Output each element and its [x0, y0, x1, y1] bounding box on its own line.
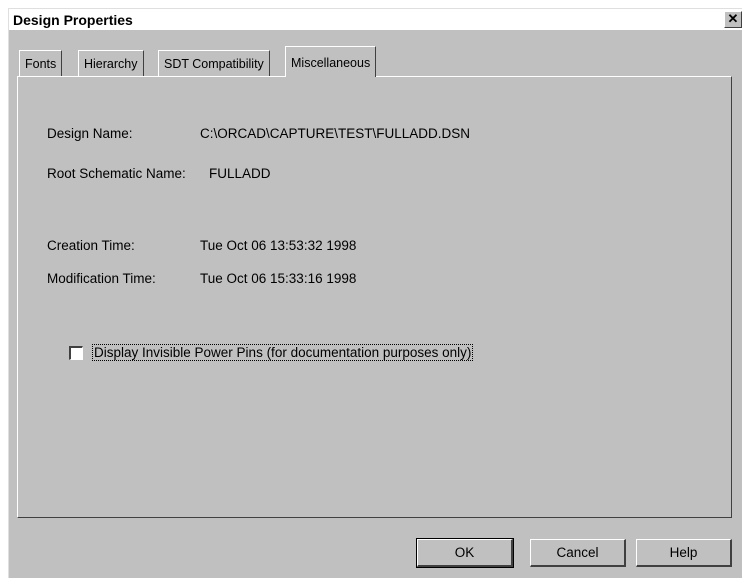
- cancel-button-label: Cancel: [556, 545, 599, 560]
- ok-button-label: OK: [454, 545, 475, 560]
- tab-fonts[interactable]: Fonts: [19, 50, 63, 76]
- title-bar[interactable]: Design Properties ✕: [9, 9, 742, 31]
- tab-hierarchy[interactable]: Hierarchy: [78, 50, 144, 76]
- cancel-button[interactable]: Cancel: [530, 539, 626, 567]
- design-properties-dialog: Design Properties ✕ Fonts Hierarchy SDT …: [8, 8, 742, 578]
- tab-fonts-label: Fonts: [25, 57, 57, 71]
- close-icon: ✕: [727, 11, 739, 26]
- close-button[interactable]: ✕: [724, 11, 742, 28]
- tab-hierarchy-label: Hierarchy: [84, 57, 138, 71]
- help-button-label: Help: [669, 545, 698, 560]
- tab-miscellaneous-label: Miscellaneous: [291, 56, 371, 70]
- tab-miscellaneous[interactable]: Miscellaneous: [285, 46, 377, 77]
- tab-sdt-compatibility[interactable]: SDT Compatibility: [158, 50, 270, 76]
- help-button[interactable]: Help: [636, 539, 732, 567]
- miscellaneous-panel: [17, 76, 732, 518]
- tab-sdt-compatibility-label: SDT Compatibility: [164, 57, 264, 71]
- dialog-title: Design Properties: [13, 12, 133, 28]
- ok-button[interactable]: OK: [416, 538, 514, 568]
